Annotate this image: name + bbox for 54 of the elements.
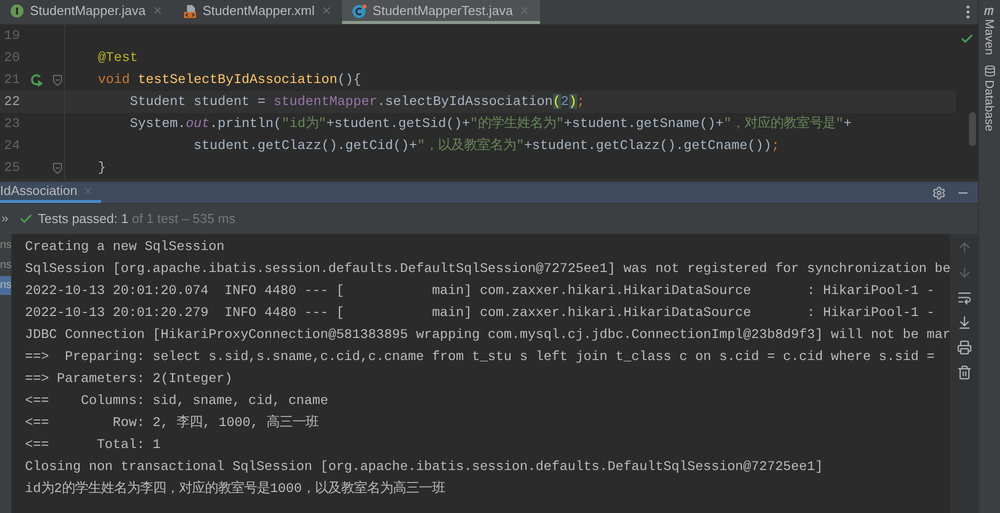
soft-wrap-icon[interactable] (956, 290, 972, 305)
maven-icon (982, 6, 996, 16)
console-line: <== Total: 1 (25, 436, 161, 454)
tests-status: Tests passed: 1 of 1 test – 535 ms (38, 210, 236, 228)
class-icon (352, 4, 367, 18)
database-icon (984, 65, 996, 78)
line-number: 25 (3, 159, 21, 178)
trash-icon[interactable] (956, 365, 972, 380)
console-line: id为2的学生姓名为李四，对应的教室号是1000，以及教室名为高三一班 (25, 480, 445, 498)
run-test-icon[interactable] (30, 73, 44, 87)
code-line: System.out.println("id为"+student.getSid()+"的学生姓名为"+student.getSname()+"，对应的教室号是"+ (128, 114, 852, 134)
console-line: 2022-10-13 20:01:20.279 INFO 4480 --- [ main] com.zaxxer.hikari.HikariDataSource : HikariPool-1 - (25, 304, 935, 322)
test-tree-item[interactable]: ns (0, 256, 11, 275)
test-tree-item[interactable]: ns (0, 276, 11, 295)
interface-icon (10, 4, 24, 18)
line-number: 23 (3, 115, 21, 134)
tool-window-button[interactable]: Maven (980, 6, 998, 56)
editor-tab[interactable]: StudentMapper.xml (172, 0, 342, 24)
editor-tab[interactable]: StudentMapper.java (0, 0, 173, 24)
xml-file-icon (182, 4, 197, 18)
editor-tab[interactable]: StudentMapperTest.java (342, 0, 540, 24)
line-number: 19 (3, 27, 21, 46)
close-icon[interactable] (152, 5, 163, 16)
code-line: student.getClazz().getCid()+"，以及教室名为"+student.getClazz().getCname()); (192, 136, 780, 156)
print-icon[interactable] (956, 340, 972, 355)
scrollbar-thumb[interactable] (968, 112, 976, 146)
code-line: void testSelectByIdAssociation(){ (96, 71, 362, 90)
settings-icon[interactable] (932, 186, 946, 200)
tool-window-button[interactable]: Database (980, 65, 998, 132)
line-number: 20 (3, 49, 21, 68)
code-line: } (96, 159, 106, 178)
line-number: 24 (3, 137, 21, 156)
console-line: SqlSession [org.apache.ibatis.session.defaults.DefaultSqlSession@72725ee1] was not registered for synchronization be (25, 260, 950, 278)
expand-icon[interactable] (0, 214, 10, 224)
scroll-to-end-icon[interactable] (956, 315, 972, 330)
check-icon[interactable] (960, 32, 974, 46)
console-line: <== Row: 2, 李四, 1000, 高三一班 (25, 414, 318, 432)
console-line: ==> Parameters: 2(Integer) (25, 370, 232, 388)
more-icon[interactable] (966, 5, 970, 19)
fold-icon[interactable] (52, 74, 62, 86)
console-line: ==> Preparing: select s.sid,s.sname,c.cid,c.cname from t_stu s left join t_class c on s.cid = c.cid where s.sid = (25, 348, 935, 366)
console-line: Creating a new SqlSession (25, 238, 224, 256)
test-tree-item[interactable]: ns (0, 236, 11, 255)
console-line: <== Columns: sid, sname, cid, cname (25, 392, 328, 410)
fold-icon[interactable] (52, 162, 62, 174)
code-line: Student student = studentMapper.selectByIdAssociation(2); (128, 93, 585, 112)
console-line: Closing non transactional SqlSession [org.apache.ibatis.session.defaults.DefaultSqlSession@72725ee1] (25, 458, 823, 476)
close-icon[interactable] (320, 5, 332, 16)
console-line: JDBC Connection [HikariProxyConnection@581383895 wrapping com.mysql.cj.jdbc.ConnectionImpl@23b8d9f3] will not be mar (25, 326, 950, 344)
check-icon (19, 212, 33, 226)
console-line: 2022-10-13 20:01:20.074 INFO 4480 --- [ main] com.zaxxer.hikari.HikariDataSource : HikariPool-1 - (25, 282, 935, 300)
line-number: 22 (3, 93, 21, 112)
line-number: 21 (3, 71, 21, 90)
code-line: @Test (96, 49, 138, 68)
